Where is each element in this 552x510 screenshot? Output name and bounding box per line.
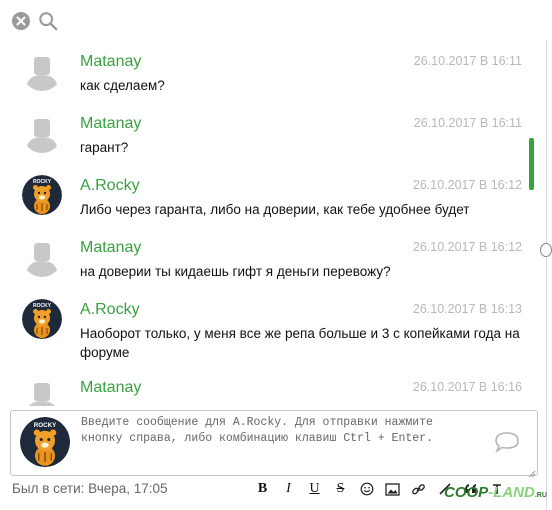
strikethrough-button[interactable]: S [328, 479, 353, 499]
message-author[interactable]: Matanay [80, 115, 141, 133]
message-list[interactable]: Matanay 26.10.2017 В 16:11 как сделаем? … [0, 40, 532, 406]
avatar[interactable] [22, 377, 62, 406]
message-item: Matanay 26.10.2017 В 16:16 ок [0, 371, 532, 406]
message-text: ок [80, 402, 520, 406]
watermark-part-2: -LAND [488, 484, 535, 501]
message-time: 26.10.2017 В 16:11 [413, 116, 522, 130]
message-time: 26.10.2017 В 16:11 [413, 54, 522, 68]
message-author[interactable]: Matanay [80, 379, 141, 397]
resize-grip-icon[interactable] [527, 465, 536, 478]
watermark-part-3: .RU [534, 492, 547, 499]
message-item: Matanay 26.10.2017 В 16:11 как сделаем? [0, 45, 532, 103]
speech-bubble-icon[interactable] [493, 431, 521, 454]
message-item: Matanay 26.10.2017 В 16:12 на доверии ты… [0, 231, 532, 289]
message-author[interactable]: A.Rocky [80, 301, 140, 319]
panel-edge-divider [546, 40, 547, 510]
message-text: гарант? [80, 140, 129, 155]
site-watermark: COOP-LAND.RU [444, 484, 547, 501]
bold-button[interactable]: B [250, 479, 275, 499]
message-text: Наоборот только, у меня все же репа боль… [80, 326, 520, 360]
message-item: Matanay 26.10.2017 В 16:11 гарант? [0, 107, 532, 165]
search-icon[interactable] [38, 11, 58, 31]
recipient-avatar: ROCKY [20, 417, 70, 467]
message-composer: ROCKY [10, 410, 538, 478]
link-icon[interactable] [406, 479, 431, 499]
message-input[interactable] [81, 415, 481, 469]
message-text: на доверии ты кидаешь гифт я деньги пере… [80, 264, 391, 279]
image-icon[interactable] [380, 479, 405, 499]
message-author[interactable]: Matanay [80, 239, 141, 257]
italic-button[interactable]: I [276, 479, 301, 499]
svg-text:ROCKY: ROCKY [34, 422, 57, 429]
message-author[interactable]: A.Rocky [80, 177, 140, 195]
smiley-icon[interactable] [354, 479, 379, 499]
watermark-part-1: COOP [444, 484, 489, 501]
message-time: 26.10.2017 В 16:12 [412, 240, 522, 254]
message-time: 26.10.2017 В 16:16 [412, 380, 522, 394]
svg-text:ROCKY: ROCKY [33, 179, 52, 185]
message-time: 26.10.2017 В 16:13 [412, 302, 522, 316]
message-text: как сделаем? [80, 78, 165, 93]
message-item: ROCKY A.Rocky 26.10.2017 В 16:12 Либо че… [0, 169, 532, 227]
underline-button[interactable]: U [302, 479, 327, 499]
avatar[interactable]: ROCKY [22, 175, 62, 215]
message-time: 26.10.2017 В 16:12 [412, 178, 522, 192]
panel-collapse-handle[interactable] [540, 243, 552, 257]
message-text: Либо через гаранта, либо на доверии, как… [80, 202, 470, 217]
avatar[interactable]: ROCKY [22, 299, 62, 339]
avatar[interactable] [22, 51, 62, 91]
close-icon[interactable] [11, 11, 31, 31]
svg-text:ROCKY: ROCKY [33, 303, 52, 309]
message-item: ROCKY A.Rocky 26.10.2017 В 16:13 Наоборо… [0, 293, 532, 369]
message-author[interactable]: Matanay [80, 53, 141, 71]
avatar[interactable] [22, 113, 62, 153]
last-seen-status: Был в сети: Вчера, 17:05 [12, 481, 168, 496]
avatar[interactable] [22, 237, 62, 277]
message-list-scrollbar-thumb[interactable] [529, 138, 534, 190]
chat-topbar [0, 0, 552, 40]
